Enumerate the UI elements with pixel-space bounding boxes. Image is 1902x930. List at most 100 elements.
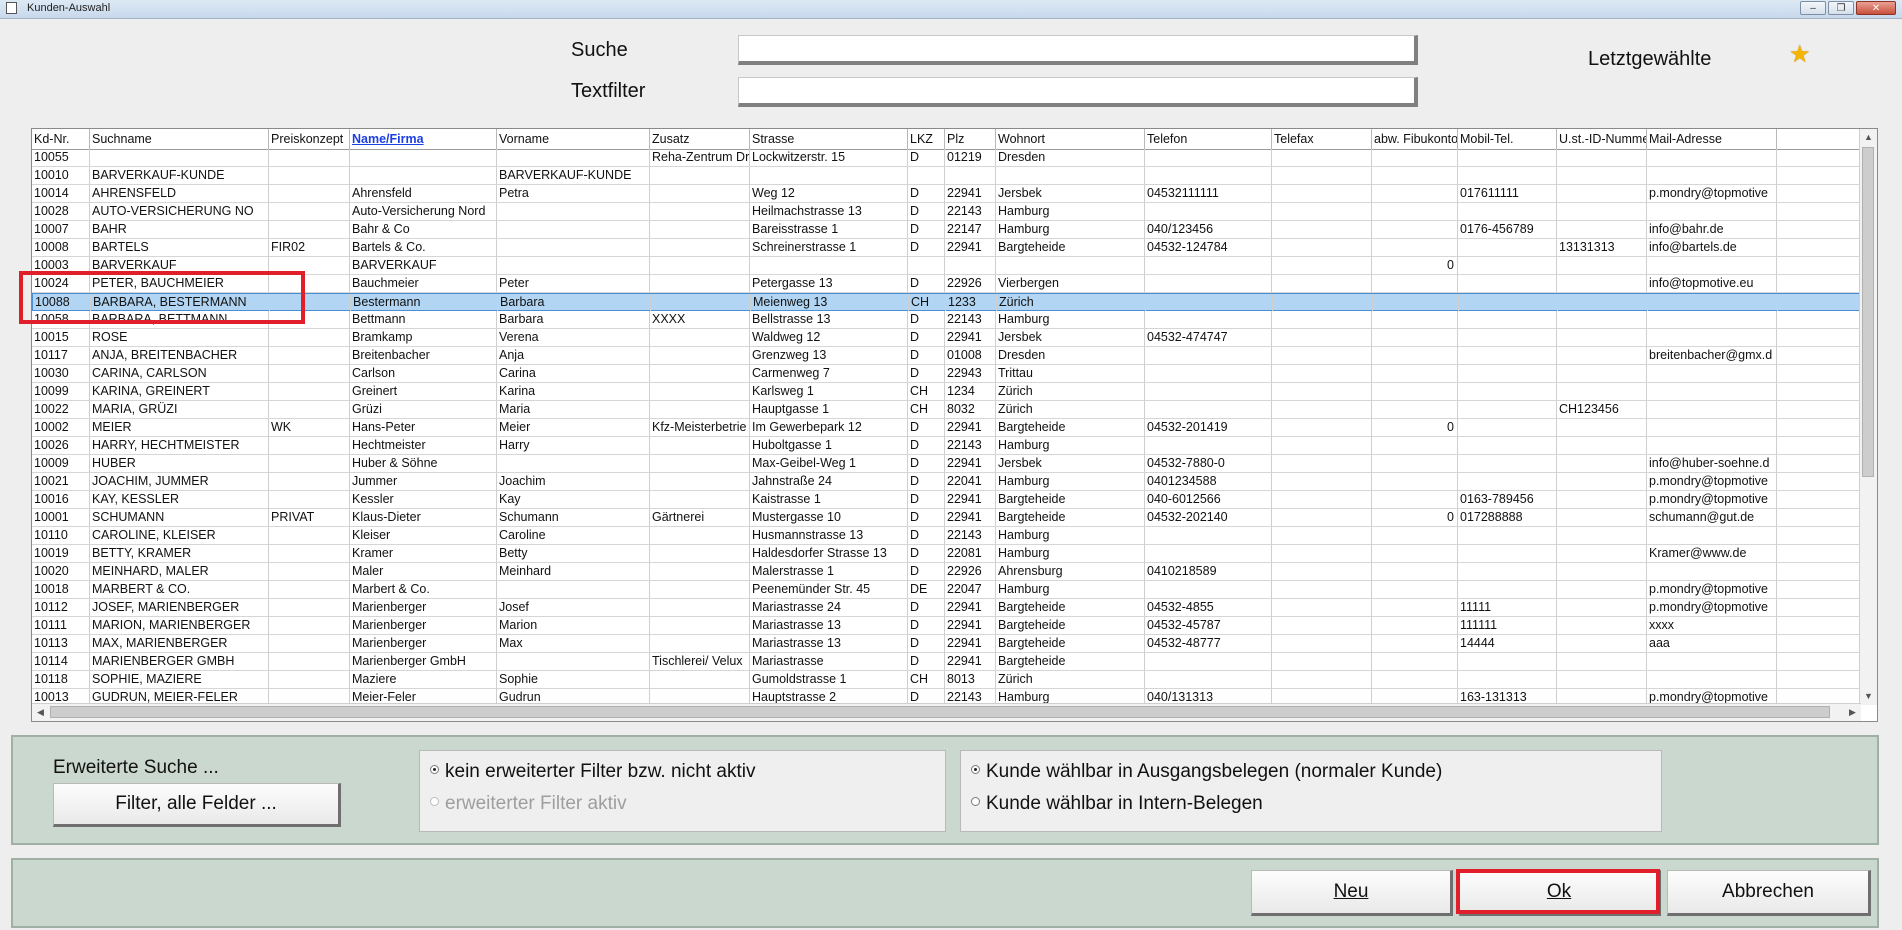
table-cell: 10118	[32, 671, 90, 688]
table-cell: 0	[1372, 257, 1458, 274]
radio-unchecked-icon	[430, 797, 439, 807]
table-cell: Josef	[497, 599, 650, 616]
close-button[interactable]: ✕	[1856, 1, 1896, 15]
radio-no-filter[interactable]: kein erweiterter Filter bzw. nicht aktiv	[430, 761, 755, 783]
table-row[interactable]: 10003 BARVERKAUF BARVERKAUF 0	[32, 257, 1861, 275]
table-row[interactable]: 10016 KAY, KESSLER Kessler Kay Kaistrasse 1D…	[32, 491, 1861, 509]
table-row[interactable]: 10055 Reha-Zentrum Dr Lockwitzerstr. 15 D 01…	[32, 149, 1861, 167]
table-cell	[1557, 563, 1647, 580]
table-row[interactable]: 10118 SOPHIE, MAZIERE Maziere Sophie Gumolds…	[32, 671, 1861, 689]
table-row[interactable]: 10026 HARRY, HECHTMEISTER Hechtmeister Harr…	[32, 437, 1861, 455]
table-cell: 0163-789456	[1458, 491, 1557, 508]
table-row[interactable]: 10015 ROSE Bramkamp Verena Waldweg 12 D 22941 J…	[32, 329, 1861, 347]
scroll-left-icon[interactable]: ◀	[32, 704, 49, 721]
column-header[interactable]: LKZ	[908, 129, 945, 149]
table-cell: 22926	[945, 275, 996, 292]
table-cell: Tischlerei/ Velux	[650, 653, 750, 670]
customer-table[interactable]: Kd-Nr. Suchname Preiskonzept Name/Firma Vorn…	[31, 128, 1878, 722]
column-header[interactable]: Telefon	[1145, 129, 1272, 149]
table-row[interactable]: 10021 JOACHIM, JUMMER Jummer Joachim Jahnstr…	[32, 473, 1861, 491]
table-cell	[1272, 401, 1372, 418]
column-header[interactable]: abw. Fibukonto	[1372, 129, 1458, 149]
table-cell: 10019	[32, 545, 90, 562]
table-cell	[1272, 563, 1372, 580]
table-cell: info@topmotive.eu	[1647, 275, 1777, 292]
column-header[interactable]: Zusatz	[650, 129, 750, 149]
column-header[interactable]: Strasse	[750, 129, 908, 149]
table-row[interactable]: 10018 MARBERT & CO. Marbert & Co. Peenemünd…	[32, 581, 1861, 599]
scroll-up-icon[interactable]: ▲	[1860, 129, 1877, 146]
horizontal-scroll-thumb[interactable]	[50, 706, 1830, 718]
column-header[interactable]: Wohnort	[996, 129, 1145, 149]
textfilter-input[interactable]	[738, 77, 1418, 107]
scroll-down-icon[interactable]: ▼	[1860, 688, 1877, 705]
table-row[interactable]: 10117 ANJA, BREITENBACHER Breitenbacher Anj…	[32, 347, 1861, 365]
table-cell: Hamburg	[996, 527, 1145, 544]
vertical-scrollbar[interactable]: ▲ ▼	[1859, 129, 1877, 705]
table-cell	[1372, 239, 1458, 256]
table-row[interactable]: 10009 HUBER Huber & Söhne Max-Geibel-Weg 1D…	[32, 455, 1861, 473]
new-button[interactable]: Neu	[1251, 870, 1453, 916]
table-cell	[1458, 383, 1557, 400]
filter-all-fields-button[interactable]: Filter, alle Felder ...	[53, 783, 341, 827]
table-row[interactable]: 10007 BAHR Bahr & Co Bareisstrasse 1 D 22147 H…	[32, 221, 1861, 239]
vertical-scroll-thumb[interactable]	[1862, 147, 1874, 477]
table-cell: D	[908, 437, 945, 454]
column-header[interactable]: Name/Firma	[350, 129, 497, 149]
column-header[interactable]: Suchname	[90, 129, 269, 149]
table-cell	[1372, 491, 1458, 508]
table-cell: MEIER	[90, 419, 269, 436]
table-cell	[1272, 185, 1372, 202]
table-cell: Ahrensburg	[996, 563, 1145, 580]
table-cell: Kessler	[350, 491, 497, 508]
column-header[interactable]: Mail-Adresse	[1647, 129, 1777, 149]
radio-outgoing-documents[interactable]: Kunde wählbar in Ausgangsbelegen (normal…	[971, 761, 1442, 783]
search-input[interactable]	[738, 35, 1418, 65]
table-row[interactable]: 10002 MEIER WK Hans-Peter Meier Kfz-Meisterbe…	[32, 419, 1861, 437]
table-row[interactable]: 10111 MARION, MARIENBERGER Marienberger Mar…	[32, 617, 1861, 635]
table-cell	[1459, 294, 1558, 311]
table-row[interactable]: 10024 PETER, BAUCHMEIER Bauchmeier Peter Pet…	[32, 275, 1861, 293]
table-cell: KARINA, GREINERT	[90, 383, 269, 400]
table-row[interactable]: 10030 CARINA, CARLSON Carlson Carina Carmenw…	[32, 365, 1861, 383]
column-header[interactable]: Plz	[945, 129, 996, 149]
column-header[interactable]: Kd-Nr.	[32, 129, 90, 149]
table-cell: Gärtnerei	[650, 509, 750, 526]
column-header[interactable]: Vorname	[497, 129, 650, 149]
table-cell	[908, 257, 945, 274]
horizontal-scrollbar[interactable]: ◀ ▶	[32, 703, 1861, 721]
table-cell	[1647, 671, 1777, 688]
table-row[interactable]: 10113 MAX, MARIENBERGER Marienberger Max Mar…	[32, 635, 1861, 653]
extended-search-panel: Erweiterte Suche ... Filter, alle Felder…	[11, 735, 1879, 845]
column-header[interactable]: Preiskonzept	[269, 129, 350, 149]
table-row[interactable]: 10008 BARTELS FIR02 Bartels & Co. Schreiners…	[32, 239, 1861, 257]
table-cell	[269, 167, 350, 184]
table-cell	[1557, 275, 1647, 292]
table-row[interactable]: 10010 BARVERKAUF-KUNDE BARVERKAUF-KUNDE	[32, 167, 1861, 185]
table-row[interactable]: 10110 CAROLINE, KLEISER Kleiser Caroline Hus…	[32, 527, 1861, 545]
table-row[interactable]: 10058 BARBARA, BETTMANN Bettmann Barbara XXX…	[32, 311, 1861, 329]
table-cell: ANJA, BREITENBACHER	[90, 347, 269, 364]
table-cell: 017288888	[1458, 509, 1557, 526]
column-header[interactable]: Telefax	[1272, 129, 1372, 149]
table-row[interactable]: 10028 AUTO-VERSICHERUNG NO Auto-Versicheru…	[32, 203, 1861, 221]
table-row[interactable]: 10112 JOSEF, MARIENBERGER Marienberger Jose…	[32, 599, 1861, 617]
scroll-right-icon[interactable]: ▶	[1844, 704, 1861, 721]
minimize-button[interactable]: –	[1800, 1, 1826, 15]
maximize-button[interactable]: ❐	[1828, 1, 1854, 15]
table-row[interactable]: 10099 KARINA, GREINERT Greinert Karina Karls…	[32, 383, 1861, 401]
table-row[interactable]: 10019 BETTY, KRAMER Kramer Betty Haldesdorfe…	[32, 545, 1861, 563]
table-cell: Klaus-Dieter	[350, 509, 497, 526]
table-row[interactable]: 10020 MEINHARD, MALER Maler Meinhard Malerst…	[32, 563, 1861, 581]
table-row[interactable]: 10022 MARIA, GRÜZI Grüzi Maria Hauptgasse 1C…	[32, 401, 1861, 419]
cancel-button[interactable]: Abbrechen	[1667, 870, 1871, 916]
table-cell: D	[908, 653, 945, 670]
table-row[interactable]: 10114 MARIENBERGER GMBH Marienberger GmbH T…	[32, 653, 1861, 671]
table-row[interactable]: 10001 SCHUMANN PRIVAT Klaus-Dieter Schumann G…	[32, 509, 1861, 527]
column-header[interactable]: U.st.-ID-Nummer	[1557, 129, 1647, 149]
table-row[interactable]: 10014 AHRENSFELD Ahrensfeld Petra Weg 12 D 229…	[32, 185, 1861, 203]
star-icon[interactable]: ★	[1789, 43, 1811, 67]
column-header[interactable]: Mobil-Tel.	[1458, 129, 1557, 149]
radio-internal-documents[interactable]: Kunde wählbar in Intern-Belegen	[971, 793, 1263, 815]
table-row[interactable]: 10088 BARBARA, BESTERMANN Bestermann Barbar…	[32, 293, 1861, 311]
